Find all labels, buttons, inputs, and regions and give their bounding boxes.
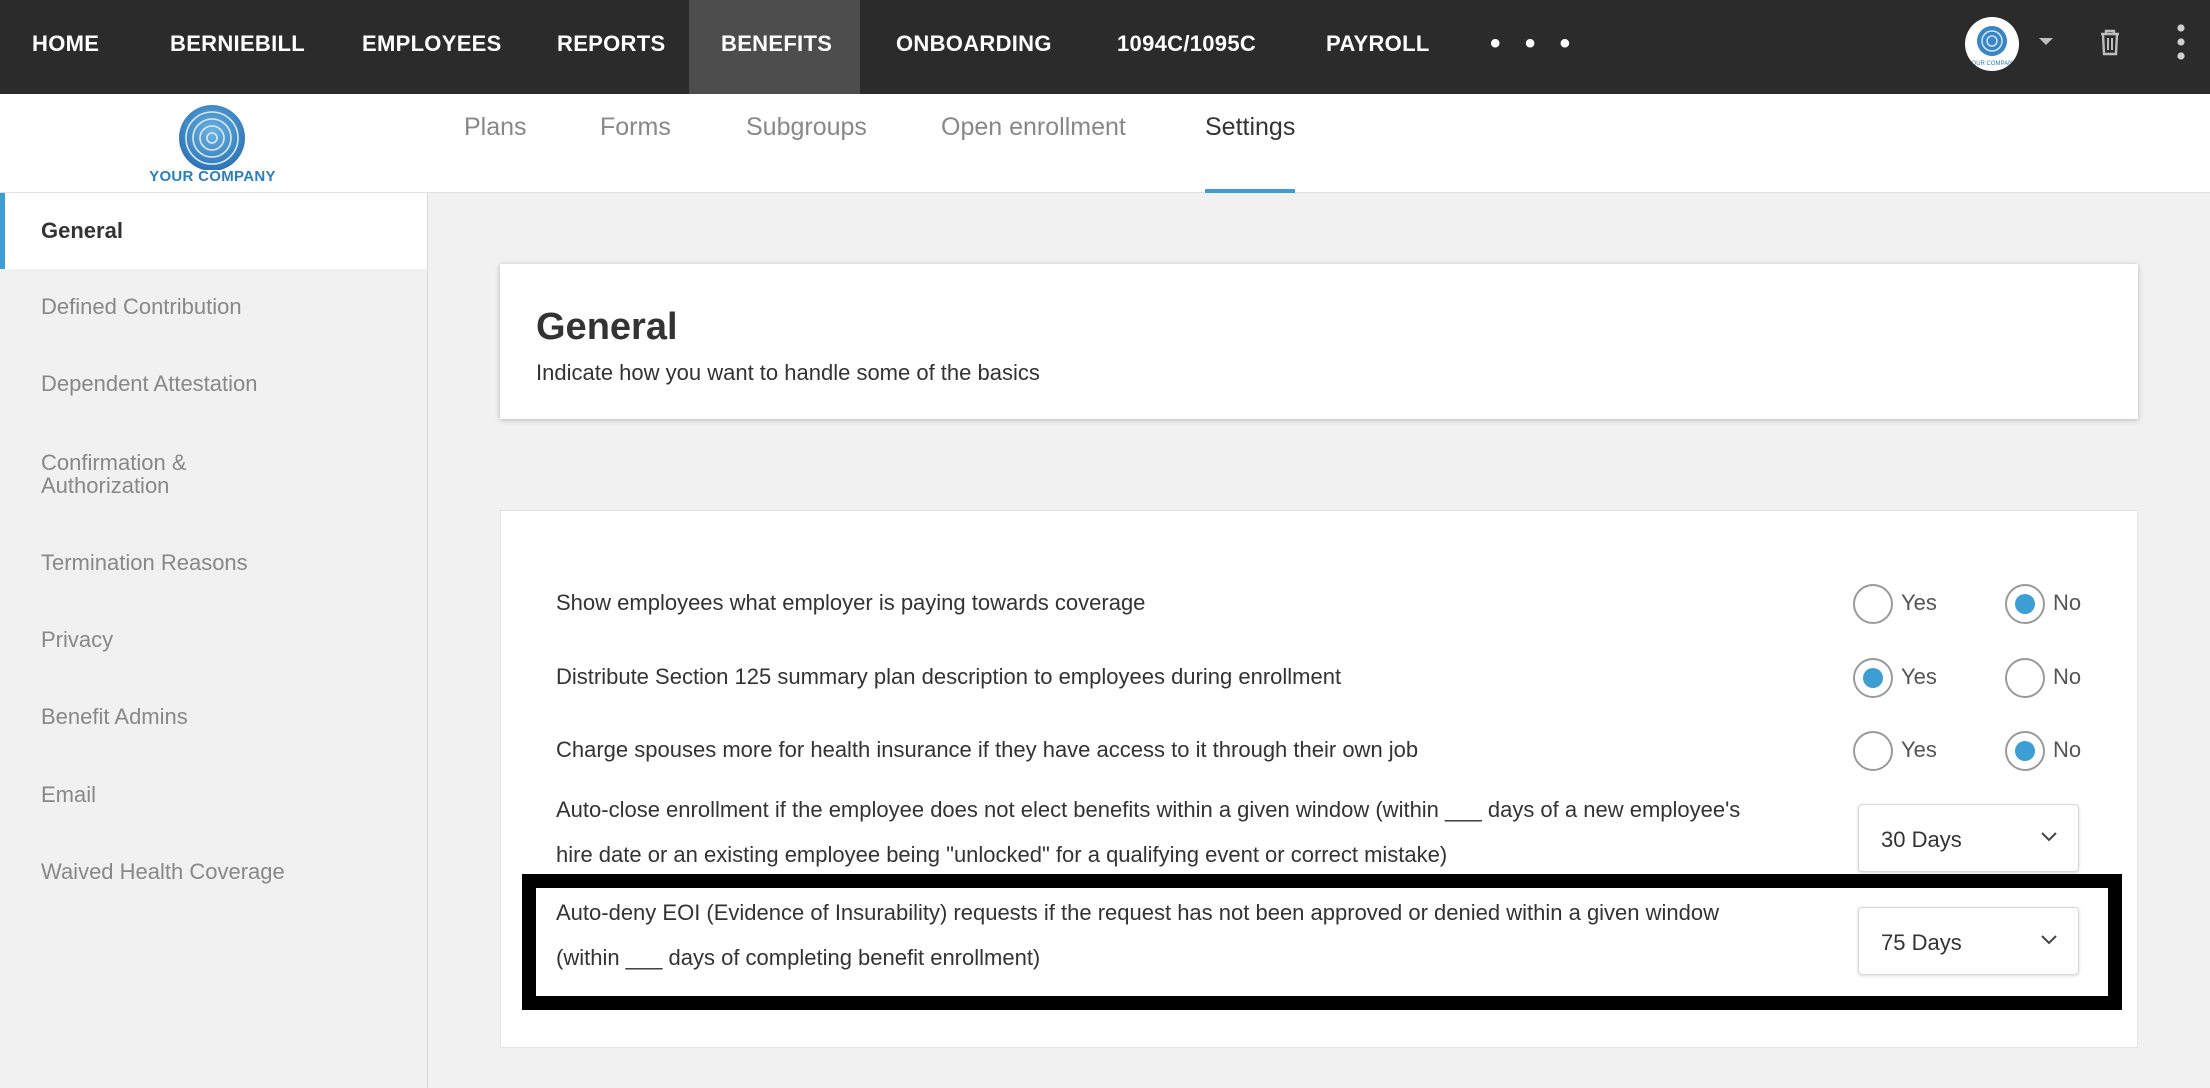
setting-label-show-employer-paying: Show employees what employer is paying t… bbox=[556, 590, 1146, 615]
sidebar-item-privacy[interactable]: Privacy bbox=[0, 628, 427, 651]
company-avatar[interactable]: YOUR COMPANY bbox=[1965, 17, 2019, 71]
radio-label-yes: Yes bbox=[1901, 737, 1937, 762]
setting-label-auto-close-line1: Auto-close enrollment if the employee do… bbox=[556, 797, 1741, 822]
chevron-down-icon bbox=[2041, 832, 2057, 842]
radio-distribute-section-125-no[interactable] bbox=[2005, 658, 2045, 698]
sub-header: YOUR COMPANY Plans Forms Subgroups Open … bbox=[0, 94, 2210, 193]
nav-benefits[interactable]: BENEFITS bbox=[689, 0, 860, 94]
auto-close-days-value: 30 Days bbox=[1881, 827, 1962, 852]
settings-sidebar: General Defined Contribution Dependent A… bbox=[0, 193, 428, 1088]
setting-label-distribute-section-125: Distribute Section 125 summary plan desc… bbox=[556, 664, 1342, 689]
nav-reports[interactable]: REPORTS bbox=[525, 0, 697, 94]
sidebar-item-benefit-admins[interactable]: Benefit Admins bbox=[0, 705, 427, 728]
sidebar-item-termination-reasons[interactable]: Termination Reasons bbox=[0, 551, 427, 574]
nav-payroll[interactable]: PAYROLL bbox=[1294, 0, 1462, 94]
trash-icon[interactable] bbox=[2098, 27, 2122, 57]
setting-label-charge-spouses-more: Charge spouses more for health insurance… bbox=[556, 737, 1419, 762]
tab-open-enrollment[interactable]: Open enrollment bbox=[941, 94, 1126, 193]
company-logo-icon: YOUR COMPANY bbox=[1968, 26, 2017, 67]
setting-label-auto-close-line2: hire date or an existing employee being … bbox=[556, 842, 1448, 867]
radio-label-no: No bbox=[2053, 590, 2082, 615]
radio-label-no: No bbox=[2053, 664, 2082, 689]
sidebar-item-confirmation-authorization[interactable]: Confirmation & Authorization bbox=[0, 451, 427, 497]
radio-label-yes: Yes bbox=[1901, 664, 1937, 689]
radio-label-yes: Yes bbox=[1901, 590, 1937, 615]
nav-1094c-1095c[interactable]: 1094C/1095C bbox=[1085, 0, 1288, 94]
radio-charge-spouses-more-yes[interactable] bbox=[1853, 731, 1893, 771]
sidebar-item-email[interactable]: Email bbox=[0, 783, 427, 806]
tab-settings[interactable]: Settings bbox=[1205, 94, 1296, 193]
page-subtitle: Indicate how you want to handle some of … bbox=[536, 360, 1040, 385]
tab-subgroups[interactable]: Subgroups bbox=[746, 94, 867, 193]
tab-forms[interactable]: Forms bbox=[600, 94, 671, 193]
sidebar-item-label: Confirmation & bbox=[41, 450, 187, 475]
company-logo-icon bbox=[179, 105, 245, 171]
page-title: General bbox=[536, 306, 678, 348]
radio-distribute-section-125-yes[interactable] bbox=[1853, 658, 1893, 698]
top-nav-bar: HOME BERNIEBILL EMPLOYEES REPORTS BENEFI… bbox=[0, 0, 2210, 94]
radio-charge-spouses-more-no[interactable] bbox=[2005, 731, 2045, 771]
avatar-text: YOUR COMPANY bbox=[1968, 61, 2017, 67]
nav-more-button[interactable]: • • • bbox=[1490, 0, 1578, 94]
logo-text: YOUR COMPANY bbox=[149, 168, 276, 185]
tab-plans[interactable]: Plans bbox=[464, 94, 527, 193]
sidebar-item-defined-contribution[interactable]: Defined Contribution bbox=[0, 295, 427, 318]
nav-employees[interactable]: EMPLOYEES bbox=[330, 0, 534, 94]
nav-berniebill[interactable]: BERNIEBILL bbox=[138, 0, 337, 94]
sidebar-item-waived-health-coverage[interactable]: Waived Health Coverage bbox=[0, 860, 427, 883]
highlight-box bbox=[522, 874, 2122, 1010]
nav-home[interactable]: HOME bbox=[0, 0, 131, 94]
company-logo[interactable]: YOUR COMPANY bbox=[145, 100, 280, 188]
general-header-card: General Indicate how you want to handle … bbox=[500, 264, 2138, 419]
sidebar-item-general[interactable]: General bbox=[0, 193, 427, 269]
sidebar-item-dependent-attestation[interactable]: Dependent Attestation bbox=[0, 372, 427, 395]
radio-show-employer-paying-yes[interactable] bbox=[1853, 584, 1893, 624]
auto-close-days-select[interactable]: 30 Days bbox=[1858, 804, 2079, 872]
radio-label-no: No bbox=[2053, 737, 2082, 762]
chevron-down-icon[interactable] bbox=[2037, 35, 2055, 47]
kebab-menu-icon[interactable] bbox=[2175, 22, 2187, 62]
nav-onboarding[interactable]: ONBOARDING bbox=[864, 0, 1084, 94]
radio-show-employer-paying-no[interactable] bbox=[2005, 584, 2045, 624]
sidebar-item-label: Authorization bbox=[41, 473, 170, 498]
